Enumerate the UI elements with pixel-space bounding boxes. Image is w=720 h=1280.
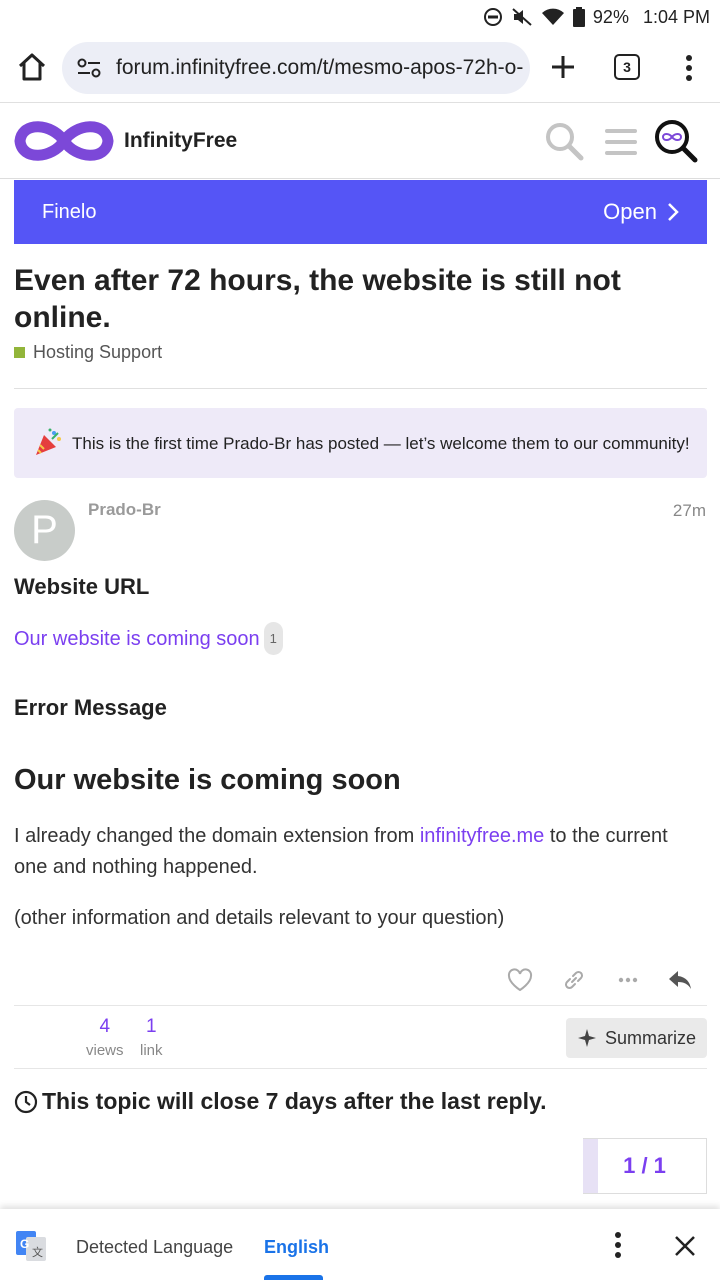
topic-progress[interactable]: 1 / 1 (583, 1138, 707, 1194)
url-text: forum.infinityfree.com/t/mesmo-apos-72h-… (116, 56, 524, 79)
brand-name[interactable]: InfinityFree (124, 129, 237, 153)
search-icon[interactable] (544, 121, 584, 161)
ad-open-button[interactable]: Open (603, 199, 679, 225)
infinityfree-logo-icon[interactable] (14, 115, 114, 167)
site-header: InfinityFree (0, 103, 720, 179)
topic-title[interactable]: Even after 72 hours, the website is stil… (14, 262, 694, 336)
summarize-label: Summarize (604, 1027, 697, 1048)
views-stat: 4 views (86, 1016, 124, 1059)
browser-menu-icon[interactable] (684, 54, 694, 82)
body-text: I already changed the domain extension f… (14, 825, 420, 847)
clock-icon (14, 1090, 38, 1113)
chevron-right-icon (668, 203, 679, 221)
links-label: link (140, 1042, 163, 1059)
post-body-paragraph: I already changed the domain extension f… (14, 821, 704, 883)
sparkle-icon (577, 1029, 596, 1047)
author-name[interactable]: Prado-Br (88, 500, 161, 520)
mute-icon (511, 7, 533, 27)
reply-icon[interactable] (666, 966, 696, 996)
status-bar: 92% 1:04 PM (0, 0, 720, 34)
more-options-icon[interactable] (614, 966, 644, 996)
summarize-button[interactable]: Summarize (566, 1018, 707, 1058)
close-icon[interactable] (672, 1233, 698, 1259)
ad-banner[interactable]: Finelo Open (14, 180, 707, 244)
category-name: Hosting Support (33, 342, 163, 362)
svg-text:G: G (20, 1237, 29, 1251)
category-color-square (14, 347, 25, 358)
party-popper-icon (32, 427, 64, 459)
translate-menu-icon[interactable] (612, 1231, 624, 1259)
author-avatar[interactable]: P (14, 500, 75, 561)
battery-icon (572, 7, 585, 27)
selected-tab-indicator (264, 1275, 323, 1280)
user-avatar-icon[interactable] (654, 119, 698, 163)
views-count: 4 (99, 1016, 111, 1037)
divider (14, 388, 707, 389)
translate-bar: G文 Detected Language English (0, 1209, 720, 1280)
post-actions (0, 966, 720, 996)
hamburger-menu-icon[interactable] (604, 125, 638, 159)
views-label: views (86, 1042, 124, 1059)
website-url-heading: Website URL (14, 574, 150, 599)
topic-timer-notice: This topic will close 7 days after the l… (14, 1088, 546, 1115)
post-body-paragraph-2: (other information and details relevant … (14, 907, 505, 929)
topic-stats: 4 views 1 link Summarize (14, 1005, 707, 1069)
website-link[interactable]: Our website is coming soon (14, 628, 260, 650)
home-icon[interactable] (16, 50, 48, 84)
links-stat[interactable]: 1 link (140, 1016, 163, 1059)
progress-text: 1 / 1 (623, 1153, 666, 1178)
error-message-heading: Error Message (14, 695, 167, 720)
tab-switcher-button[interactable]: 3 (614, 54, 640, 80)
website-link-line: Our website is coming soon 1 (14, 622, 704, 655)
like-icon[interactable] (506, 966, 536, 996)
link-click-count: 1 (263, 622, 283, 655)
progress-bar (583, 1139, 598, 1193)
new-tab-icon[interactable] (548, 52, 578, 82)
site-settings-icon[interactable] (76, 57, 102, 79)
address-bar[interactable]: forum.infinityfree.com/t/mesmo-apos-72h-… (62, 42, 530, 94)
browser-toolbar: forum.infinityfree.com/t/mesmo-apos-72h-… (0, 34, 720, 102)
category-badge[interactable]: Hosting Support (14, 342, 162, 363)
links-count: 1 (145, 1016, 157, 1037)
infinityfree-link[interactable]: infinityfree.me (420, 825, 545, 847)
wifi-icon (541, 7, 565, 27)
battery-percent: 92% (592, 6, 629, 27)
first-post-notice: This is the first time Prado-Br has post… (14, 408, 707, 478)
error-text-heading: Our website is coming soon (14, 764, 401, 796)
dnd-icon (483, 7, 503, 27)
link-icon[interactable] (560, 966, 590, 996)
welcome-text: This is the first time Prado-Br has post… (72, 433, 690, 453)
ad-open-label: Open (603, 199, 657, 224)
clock: 1:04 PM (642, 6, 710, 27)
svg-text:文: 文 (32, 1245, 43, 1259)
tab-detected-language[interactable]: Detected Language (76, 1237, 233, 1258)
tab-english[interactable]: English (264, 1237, 329, 1258)
ad-name: Finelo (42, 200, 97, 223)
close-notice-text: This topic will close 7 days after the l… (42, 1088, 547, 1114)
post-age[interactable]: 27m (673, 501, 706, 521)
google-translate-icon: G文 (16, 1231, 46, 1261)
